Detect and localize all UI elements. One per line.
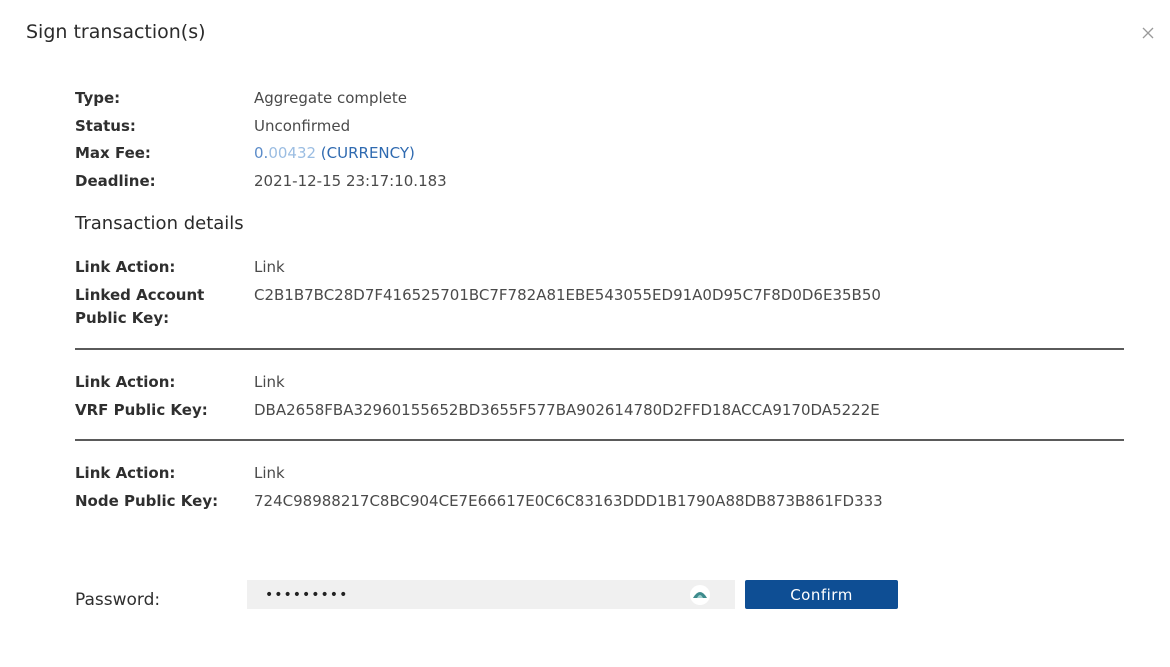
link-action-value: Link xyxy=(254,464,285,482)
max-fee-integer: 0. xyxy=(254,144,269,162)
password-input[interactable] xyxy=(265,584,685,605)
link-action-label: Link Action: xyxy=(75,373,176,391)
type-value: Aggregate complete xyxy=(254,89,408,107)
link-action-value: Link xyxy=(254,258,285,276)
link-action-value: Link xyxy=(254,373,285,391)
status-value: Unconfirmed xyxy=(254,117,351,135)
deadline-value: 2021-12-15 23:17:10.183 xyxy=(254,172,447,190)
confirm-button[interactable]: Confirm xyxy=(745,580,898,609)
eye-toggle-icon xyxy=(690,585,710,605)
vrf-public-key-value: DBA2658FBA32960155652BD3655F577BA9026147… xyxy=(254,401,880,419)
sign-transaction-modal: Sign transaction(s) Type: Aggregate comp… xyxy=(0,0,1170,667)
transaction-details-title: Transaction details xyxy=(75,213,244,234)
modal-title: Sign transaction(s) xyxy=(26,21,206,43)
close-icon xyxy=(1142,27,1154,39)
password-visibility-toggle[interactable] xyxy=(689,584,711,606)
max-fee-decimals: 00432 xyxy=(268,144,317,162)
linked-account-public-key-label: Linked Account Public Key: xyxy=(75,286,205,327)
node-public-key-label: Node Public Key: xyxy=(75,492,219,510)
node-public-key-value: 724C98988217C8BC904CE7E66617E0C6C83163DD… xyxy=(254,492,883,510)
password-field xyxy=(247,580,735,609)
link-action-label: Link Action: xyxy=(75,258,176,276)
link-action-label: Link Action: xyxy=(75,464,176,482)
detail-divider xyxy=(75,439,1124,441)
type-label: Type: xyxy=(75,89,121,107)
password-label: Password: xyxy=(75,590,161,610)
status-label: Status: xyxy=(75,117,136,135)
close-button[interactable] xyxy=(1141,26,1157,42)
deadline-label: Deadline: xyxy=(75,172,156,190)
max-fee-currency: (CURRENCY) xyxy=(316,144,415,162)
max-fee-value: 0.00432 (CURRENCY) xyxy=(254,142,415,165)
max-fee-label: Max Fee: xyxy=(75,144,151,162)
vrf-public-key-label: VRF Public Key: xyxy=(75,401,208,419)
linked-account-public-key-value: C2B1B7BC28D7F416525701BC7F782A81EBE54305… xyxy=(254,286,881,304)
detail-divider xyxy=(75,348,1124,350)
